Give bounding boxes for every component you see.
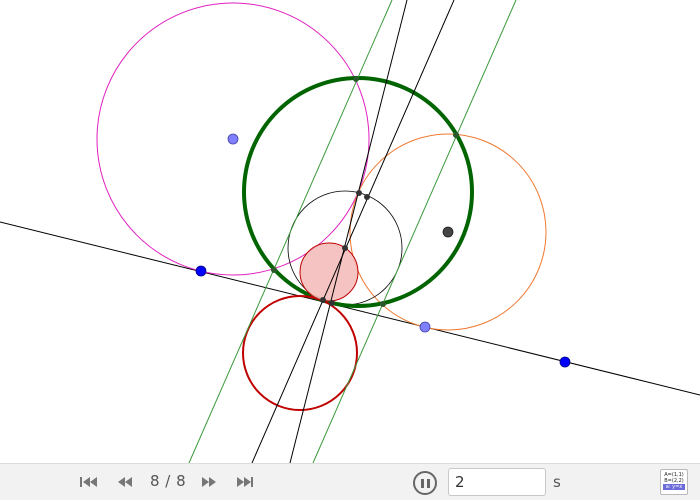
algebra-row: a: y=x <box>663 484 685 490</box>
skip-to-end-icon[interactable] <box>234 473 256 491</box>
speed-unit-label: s <box>553 473 561 491</box>
animation-toolbar: 8 / 8 s A=(1,1) B=(2,2) a: y=x <box>0 463 700 500</box>
green-line-left[interactable] <box>188 0 393 463</box>
base-line[interactable] <box>0 221 700 396</box>
intersection-point[interactable] <box>271 267 277 273</box>
skip-to-start-icon[interactable] <box>78 473 100 491</box>
intersection-point[interactable] <box>353 76 359 82</box>
intersection-point[interactable] <box>380 301 386 307</box>
intersection-point[interactable] <box>453 132 459 138</box>
pause-icon[interactable] <box>413 471 437 495</box>
speed-input[interactable] <box>448 468 546 496</box>
intersection-point[interactable] <box>364 194 370 200</box>
black-line-shallow[interactable] <box>251 0 455 463</box>
step-counter: 8 / 8 <box>150 472 187 490</box>
step-back-icon[interactable] <box>114 473 136 491</box>
blue-point-right[interactable] <box>559 356 571 368</box>
intersection-point[interactable] <box>329 300 335 306</box>
black-line-steep[interactable] <box>289 0 408 463</box>
intersection-point[interactable] <box>342 245 348 251</box>
step-forward-icon[interactable] <box>198 473 220 491</box>
orange-center-point[interactable] <box>442 226 454 238</box>
pink-circle[interactable] <box>299 242 359 302</box>
blue-point-left[interactable] <box>195 265 207 277</box>
algebra-view-icon[interactable]: A=(1,1) B=(2,2) a: y=x <box>660 469 688 495</box>
intersection-point[interactable] <box>356 190 362 196</box>
light-blue-point[interactable] <box>419 321 431 333</box>
magenta-center-point[interactable] <box>227 133 239 145</box>
green-line-right[interactable] <box>312 0 517 463</box>
geometry-canvas[interactable] <box>0 0 700 463</box>
intersection-point[interactable] <box>320 297 326 303</box>
